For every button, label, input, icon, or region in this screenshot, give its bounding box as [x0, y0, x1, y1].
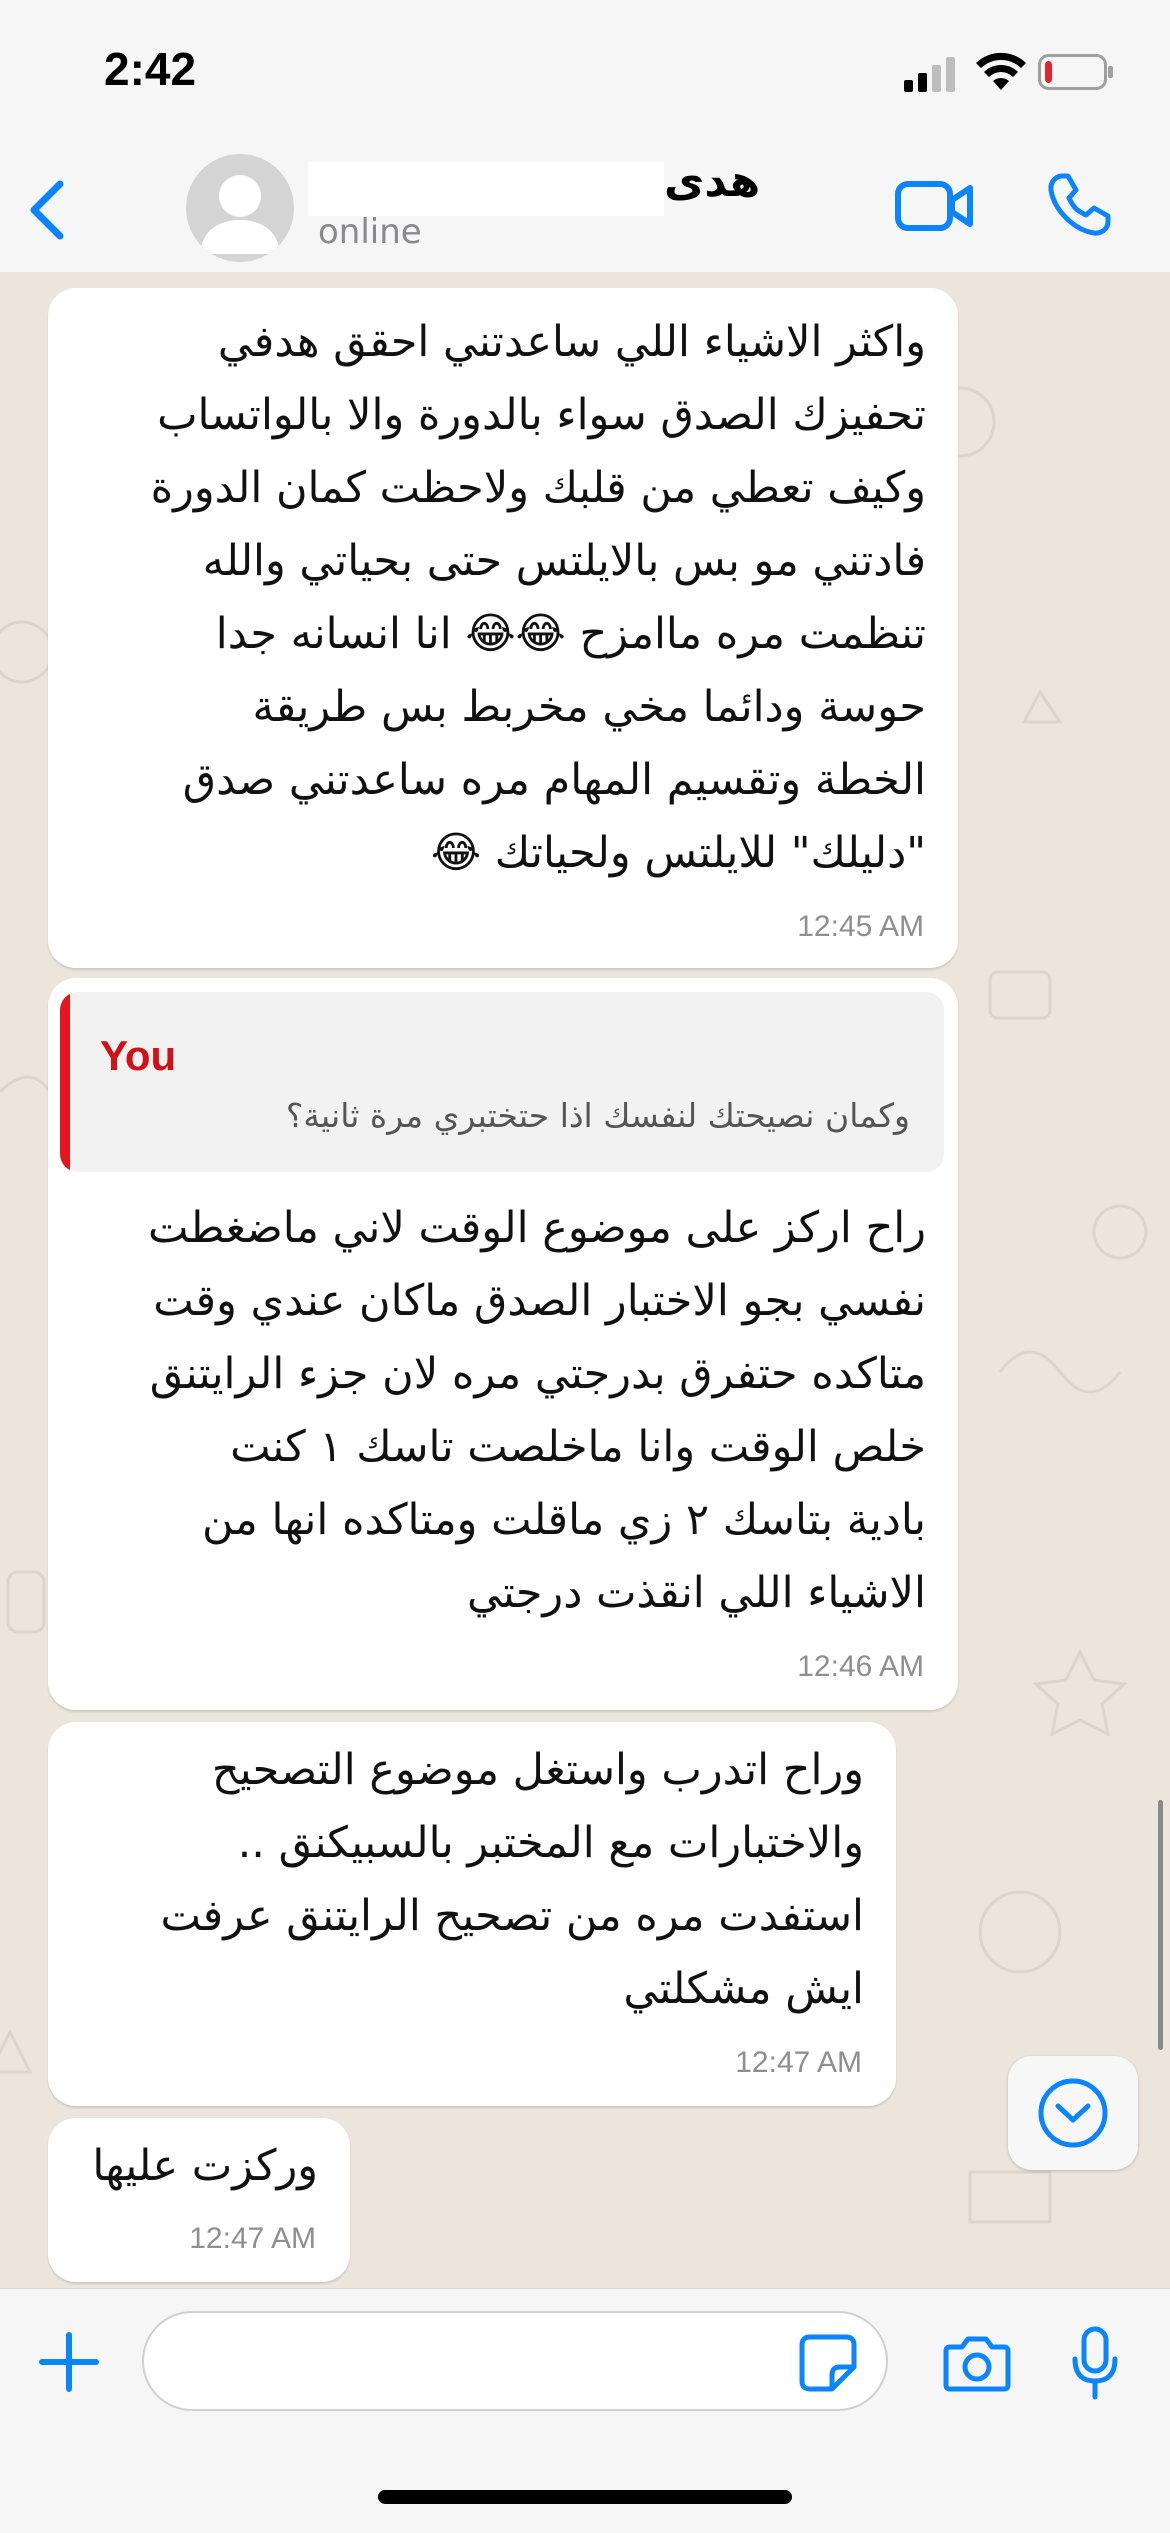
microphone-icon[interactable]: [1070, 2325, 1120, 2401]
phone-icon[interactable]: [1044, 170, 1114, 240]
message-text: واكثر الاشياء اللي ساعدتني احقق هدفي تحف…: [150, 317, 926, 878]
message-bubble[interactable]: وركزت عليها 12:47 AM: [48, 2118, 350, 2282]
scroll-indicator[interactable]: [1158, 1800, 1163, 2050]
contact-avatar[interactable]: [186, 154, 294, 262]
camera-icon[interactable]: [942, 2333, 1012, 2393]
person-placeholder-icon: [200, 175, 280, 254]
video-camera-icon[interactable]: [894, 178, 976, 234]
scroll-to-bottom-button[interactable]: [1008, 2056, 1138, 2170]
message-bubble[interactable]: واكثر الاشياء اللي ساعدتني احقق هدفي تحف…: [48, 288, 958, 968]
chevron-down-circle-icon: [1038, 2078, 1108, 2148]
status-time: 2:42: [104, 43, 197, 95]
message-time: 12:46 AM: [797, 1650, 924, 1683]
message-time: 12:45 AM: [797, 910, 924, 943]
message-text: راح اركز على موضوع الوقت لاني ماضغطت نفس…: [147, 1203, 926, 1618]
reply-author: You: [100, 1032, 177, 1079]
message-bubble[interactable]: You وكمان نصيحتك لنفسك اذا حتختبري مرة ث…: [48, 978, 958, 1710]
message-time: 12:47 AM: [189, 2222, 316, 2255]
reply-quote[interactable]: You وكمان نصيحتك لنفسك اذا حتختبري مرة ث…: [60, 992, 944, 1172]
wifi-icon: [976, 52, 1026, 90]
message-text: وراح اتدرب واستغل موضوع التصحيح والاختبا…: [160, 1745, 864, 2014]
home-indicator[interactable]: [378, 2490, 792, 2504]
message-time: 12:47 AM: [735, 2046, 862, 2079]
chevron-left-icon[interactable]: [20, 170, 80, 250]
contact-presence: online: [318, 212, 422, 252]
cellular-signal-icon: [904, 57, 955, 92]
reply-text: وكمان نصيحتك لنفسك اذا حتختبري مرة ثانية…: [285, 1096, 910, 1135]
message-text: وركزت عليها: [92, 2141, 318, 2191]
chat-header: هدى online: [0, 150, 1170, 274]
plus-icon[interactable]: [36, 2329, 102, 2395]
message-bubble[interactable]: وراح اتدرب واستغل موضوع التصحيح والاختبا…: [48, 1722, 896, 2106]
battery-icon: [1038, 54, 1113, 90]
sticker-icon[interactable]: [798, 2333, 858, 2393]
reply-quote-bar: [60, 992, 70, 1172]
status-bar: 2:42: [0, 0, 1170, 150]
redacted-name: [308, 162, 664, 216]
message-input[interactable]: [142, 2311, 888, 2411]
contact-name[interactable]: هدى: [664, 156, 760, 207]
